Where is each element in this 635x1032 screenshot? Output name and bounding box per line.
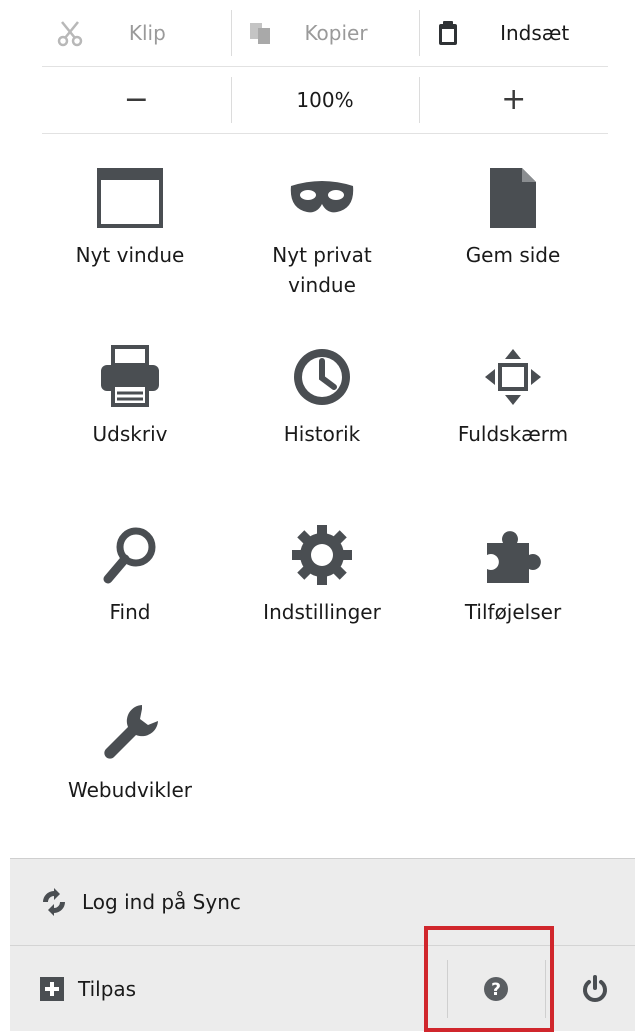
addons-button[interactable]: Tilføjelser [423, 520, 603, 628]
developer-label: Webudvikler [67, 778, 193, 802]
copy-label: Kopier [304, 21, 368, 45]
plus-square-icon [40, 976, 64, 1001]
options-label: Indstillinger [263, 600, 381, 624]
sync-icon [40, 888, 68, 916]
cut-label: Klip [128, 21, 166, 45]
help-highlight-box [424, 926, 554, 1032]
fullscreen-icon [478, 342, 548, 412]
zoom-out-label: − [123, 82, 149, 117]
zoom-reset-button[interactable]: 100% [230, 67, 420, 133]
zoom-controls: − 100% + [42, 67, 608, 134]
save-page-button[interactable]: Gem side [423, 163, 603, 271]
new-window-button[interactable]: Nyt vindue [40, 163, 220, 271]
zoom-level: 100% [296, 88, 354, 112]
customize-label: Tilpas [78, 976, 137, 1001]
clipboard-icon [437, 20, 459, 50]
puzzle-icon [478, 520, 548, 590]
zoom-out-button[interactable]: − [42, 67, 231, 133]
customize-button[interactable]: Tilpas [40, 946, 136, 1031]
window-icon [95, 163, 165, 233]
print-button[interactable]: Udskriv [40, 342, 220, 450]
copy-button[interactable]: Kopier [230, 0, 420, 66]
edit-controls: Klip Kopier Indsæt [42, 0, 608, 67]
mask-icon [287, 163, 357, 233]
copy-icon [249, 22, 275, 50]
options-button[interactable]: Indstillinger [232, 520, 412, 628]
new-window-label: Nyt vindue [75, 243, 185, 267]
paste-label: Indsæt [500, 21, 570, 45]
addons-label: Tilføjelser [464, 600, 562, 624]
clock-icon [287, 342, 357, 412]
gear-icon [287, 520, 357, 590]
zoom-in-button[interactable]: + [419, 67, 608, 133]
power-icon [581, 974, 609, 1003]
developer-button[interactable]: Webudvikler [40, 698, 220, 806]
cut-button[interactable]: Klip [42, 0, 231, 66]
new-private-window-button[interactable]: Nyt privat vindue [232, 163, 412, 301]
wrench-icon [95, 698, 165, 768]
page-icon [478, 163, 548, 233]
fullscreen-button[interactable]: Fuldskærm [423, 342, 603, 450]
printer-icon [95, 342, 165, 412]
find-label: Find [109, 600, 151, 624]
new-private-line1: Nyt privat [272, 243, 372, 267]
new-private-line2: vindue [288, 273, 356, 297]
print-label: Udskriv [92, 422, 168, 446]
quit-button[interactable] [555, 946, 635, 1031]
sync-label: Log ind på Sync [82, 890, 241, 914]
history-label: Historik [283, 422, 361, 446]
magnifier-icon [95, 520, 165, 590]
zoom-in-label: + [501, 82, 527, 117]
fullscreen-label: Fuldskærm [457, 422, 569, 446]
new-private-window-label: Nyt privat vindue [272, 239, 371, 301]
paste-button[interactable]: Indsæt [419, 0, 608, 66]
scissors-icon [56, 20, 84, 52]
history-button[interactable]: Historik [232, 342, 412, 450]
save-page-label: Gem side [465, 243, 561, 267]
find-button[interactable]: Find [40, 520, 220, 628]
